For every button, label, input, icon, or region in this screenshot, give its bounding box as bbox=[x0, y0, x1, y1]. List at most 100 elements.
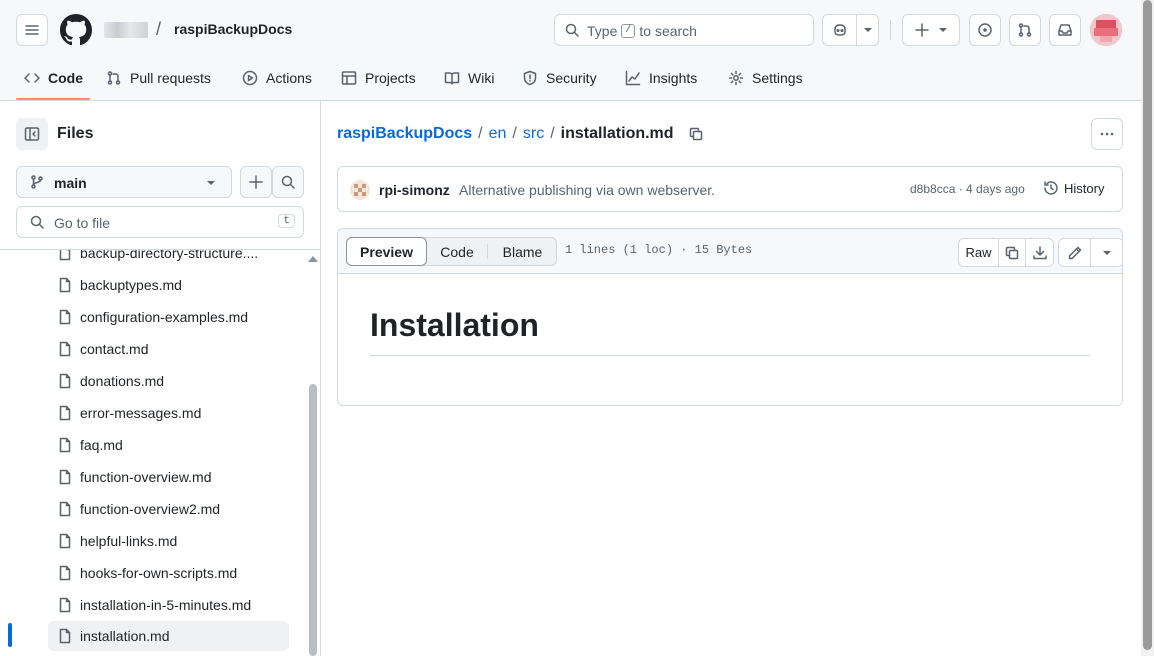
file-tree-item[interactable]: function-overview2.md bbox=[48, 494, 289, 524]
inbox-icon bbox=[1058, 24, 1072, 36]
kebab-horizontal-icon bbox=[1100, 132, 1114, 136]
file-tree-item[interactable]: function-overview.md bbox=[48, 462, 289, 492]
menu-button[interactable] bbox=[16, 14, 48, 46]
pencil-icon bbox=[1068, 246, 1081, 259]
commit-author-link[interactable]: rpi-simonz bbox=[379, 182, 450, 198]
heading-rule bbox=[370, 355, 1090, 356]
triangle-down-icon bbox=[207, 181, 215, 185]
download-icon bbox=[1032, 245, 1047, 259]
issues-button[interactable] bbox=[969, 14, 1001, 46]
file-name: function-overview.md bbox=[80, 469, 212, 485]
inbox-button[interactable] bbox=[1049, 14, 1081, 46]
search-suffix-text: to search bbox=[639, 23, 697, 39]
tab-security[interactable]: Security bbox=[522, 66, 597, 90]
file-tree-item[interactable]: installation-in-5-minutes.md bbox=[48, 590, 289, 620]
file-icon bbox=[59, 469, 71, 485]
copilot-dropdown-button[interactable] bbox=[857, 15, 878, 45]
file-icon bbox=[59, 341, 71, 357]
add-file-button[interactable] bbox=[240, 166, 272, 198]
copy-icon bbox=[1005, 246, 1019, 259]
file-name: configuration-examples.md bbox=[80, 309, 249, 325]
create-new-button[interactable] bbox=[902, 14, 960, 46]
history-button[interactable]: History bbox=[1043, 180, 1104, 196]
identicon-image bbox=[350, 180, 370, 200]
github-mark-icon bbox=[60, 14, 92, 46]
search-files-button[interactable] bbox=[272, 166, 304, 198]
breadcrumb-separator: / bbox=[512, 125, 517, 142]
go-to-file-input[interactable]: Go to file t bbox=[16, 206, 304, 238]
edit-button-group bbox=[1058, 238, 1122, 267]
file-tree-item[interactable]: backup-directory-structure.... bbox=[48, 250, 289, 268]
file-name: installation-in-5-minutes.md bbox=[80, 597, 252, 613]
triangle-down-icon bbox=[939, 28, 947, 32]
file-tree-item[interactable]: backuptypes.md bbox=[48, 270, 289, 300]
scroll-up-arrow[interactable] bbox=[308, 256, 318, 262]
tab-label: Wiki bbox=[468, 70, 495, 86]
tab-insights[interactable]: Insights bbox=[625, 66, 697, 90]
download-raw-button[interactable] bbox=[1026, 239, 1053, 266]
file-name: hooks-for-own-scripts.md bbox=[80, 565, 238, 581]
search-icon bbox=[565, 23, 579, 37]
file-icon bbox=[59, 628, 71, 644]
repo-name-link[interactable]: raspiBackupDocs bbox=[174, 21, 292, 37]
github-logo[interactable] bbox=[60, 14, 92, 46]
file-tree-item[interactable]: contact.md bbox=[48, 334, 289, 364]
branch-selector[interactable]: main bbox=[16, 166, 232, 198]
file-tree-item[interactable]: installation.md bbox=[48, 621, 289, 651]
tab-code[interactable]: Code bbox=[24, 66, 83, 90]
tab-actions[interactable]: Actions bbox=[242, 66, 312, 90]
commit-author-avatar[interactable] bbox=[350, 180, 370, 200]
file-tree-item[interactable]: helpful-links.md bbox=[48, 526, 289, 556]
file-icon bbox=[59, 250, 71, 261]
plus-icon bbox=[915, 23, 929, 37]
tab-wiki[interactable]: Wiki bbox=[444, 66, 494, 90]
breadcrumb-repo-link[interactable]: raspiBackupDocs bbox=[337, 125, 472, 143]
path-separator: / bbox=[156, 19, 162, 39]
tab-label: Settings bbox=[752, 70, 803, 86]
preview-tab[interactable]: Preview bbox=[346, 237, 427, 266]
commit-message-link[interactable]: Alternative publishing via own webserver… bbox=[459, 182, 715, 198]
breadcrumb: raspiBackupDocs / en / src / installatio… bbox=[337, 125, 704, 143]
go-to-file-shortcut: t bbox=[278, 214, 295, 228]
history-label: History bbox=[1064, 180, 1105, 196]
file-tree-scroll-thumb[interactable] bbox=[309, 384, 317, 656]
copy-path-button[interactable] bbox=[688, 126, 704, 142]
breadcrumb-en-link[interactable]: en bbox=[489, 125, 507, 143]
triangle-down-icon bbox=[863, 28, 872, 32]
owner-name-redacted[interactable] bbox=[104, 22, 148, 38]
tab-projects[interactable]: Projects bbox=[341, 66, 416, 90]
file-tree-item[interactable]: hooks-for-own-scripts.md bbox=[48, 558, 289, 588]
blame-tab[interactable]: Blame bbox=[488, 238, 557, 265]
code-tab[interactable]: Code bbox=[427, 238, 487, 265]
commit-sha-and-time[interactable]: d8b8cca · 4 days ago bbox=[910, 182, 1025, 196]
copy-raw-button[interactable] bbox=[999, 239, 1026, 266]
copilot-button[interactable] bbox=[823, 15, 857, 45]
code-icon bbox=[24, 73, 40, 83]
file-viewer: Preview Code Blame 1 lines (1 loc) · 15 … bbox=[337, 228, 1123, 406]
edit-file-button[interactable] bbox=[1059, 239, 1091, 266]
user-avatar[interactable] bbox=[1090, 14, 1122, 46]
raw-button[interactable]: Raw bbox=[959, 239, 999, 266]
collapse-sidebar-button[interactable] bbox=[16, 118, 48, 150]
table-icon bbox=[341, 71, 357, 85]
file-tree-item[interactable]: error-messages.md bbox=[48, 398, 289, 428]
tab-pull-requests[interactable]: Pull requests bbox=[106, 66, 211, 90]
issue-opened-icon bbox=[978, 23, 992, 37]
tab-settings[interactable]: Settings bbox=[728, 66, 803, 90]
active-file-indicator bbox=[8, 623, 12, 647]
file-tree-item[interactable]: configuration-examples.md bbox=[48, 302, 289, 332]
search-input[interactable]: Type / to search bbox=[554, 14, 814, 46]
edit-dropdown-button[interactable] bbox=[1091, 239, 1122, 266]
pull-requests-button[interactable] bbox=[1009, 14, 1041, 46]
file-tree-item[interactable]: donations.md bbox=[48, 366, 289, 396]
file-tree-item[interactable]: faq.md bbox=[48, 430, 289, 460]
tab-label: Insights bbox=[649, 70, 698, 86]
file-icon bbox=[59, 533, 71, 549]
page-scroll-thumb[interactable] bbox=[1143, 0, 1152, 650]
file-icon bbox=[59, 309, 71, 325]
view-mode-switch: Preview Code Blame bbox=[346, 237, 557, 266]
git-branch-icon bbox=[31, 175, 43, 189]
tab-label: Projects bbox=[365, 70, 416, 86]
more-options-button[interactable] bbox=[1091, 118, 1123, 150]
breadcrumb-src-link[interactable]: src bbox=[523, 125, 544, 143]
